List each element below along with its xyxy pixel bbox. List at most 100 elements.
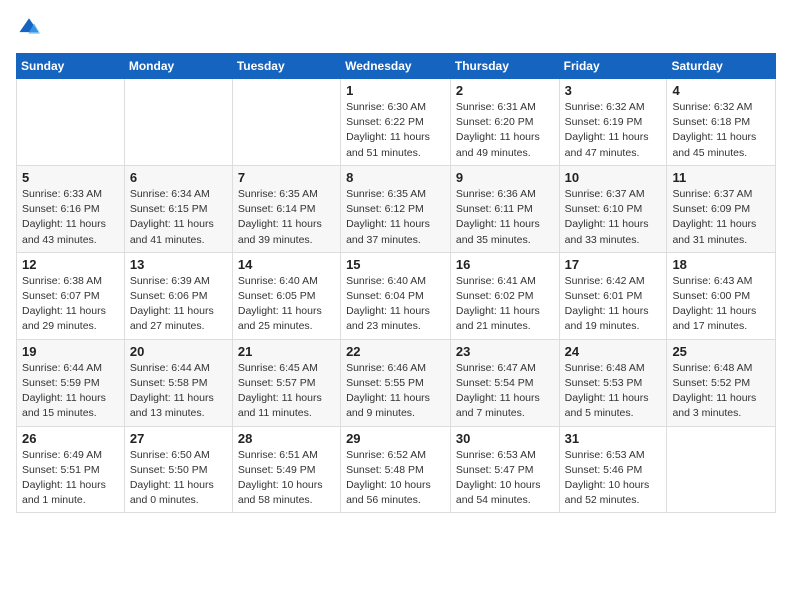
day-info: Sunrise: 6:30 AMSunset: 6:22 PMDaylight:…	[346, 100, 445, 161]
day-info-line: Sunrise: 6:47 AM	[456, 362, 536, 374]
day-info: Sunrise: 6:47 AMSunset: 5:54 PMDaylight:…	[456, 361, 554, 422]
calendar-day-29: 29Sunrise: 6:52 AMSunset: 5:48 PMDayligh…	[341, 426, 451, 513]
day-info: Sunrise: 6:53 AM Sunset: 5:46 PM Daylight:…	[565, 448, 662, 509]
day-info-line: Daylight: 11 hours	[565, 305, 649, 317]
day-info: Sunrise: 6:37 AMSunset: 6:10 PMDaylight:…	[565, 187, 662, 248]
day-info-line: and 25 minutes.	[238, 320, 313, 332]
day-info-line: Daylight: 10 hours	[238, 479, 323, 491]
day-info: Sunrise: 6:44 AMSunset: 5:59 PMDaylight:…	[22, 361, 119, 422]
day-number: 5	[22, 170, 119, 185]
day-info-line: Daylight: 11 hours	[238, 305, 322, 317]
day-info-line: Sunrise: 6:46 AM	[346, 362, 426, 374]
day-number: 30	[456, 431, 554, 446]
day-info-line: Sunset: 6:14 PM	[238, 203, 316, 215]
day-info-line: Daylight: 11 hours	[130, 218, 214, 230]
calendar-day-24: 24Sunrise: 6:48 AMSunset: 5:53 PMDayligh…	[559, 339, 667, 426]
day-info: Sunrise: 6:39 AMSunset: 6:06 PMDaylight:…	[130, 274, 227, 335]
day-info: Sunrise: 6:37 AMSunset: 6:09 PMDaylight:…	[672, 187, 770, 248]
day-info-line: and 52 minutes.	[565, 494, 640, 506]
calendar-day-28: 28Sunrise: 6:51 AMSunset: 5:49 PMDayligh…	[232, 426, 340, 513]
day-info-line: and 7 minutes.	[456, 407, 525, 419]
calendar-day-30: 30Sunrise: 6:53 AMSunset: 5:47 PMDayligh…	[450, 426, 559, 513]
calendar-day-5: 5Sunrise: 6:33 AMSunset: 6:16 PMDaylight…	[17, 165, 125, 252]
day-info-line: Sunset: 5:46 PM	[565, 464, 643, 476]
day-info-line: Sunrise: 6:40 AM	[346, 275, 426, 287]
day-info-line: Sunset: 6:01 PM	[565, 290, 643, 302]
day-number: 19	[22, 344, 119, 359]
day-info-line: Sunrise: 6:32 AM	[672, 101, 752, 113]
calendar-day-7: 7Sunrise: 6:35 AMSunset: 6:14 PMDaylight…	[232, 165, 340, 252]
day-number: 13	[130, 257, 227, 272]
calendar-table: SundayMondayTuesdayWednesdayThursdayFrid…	[16, 53, 776, 513]
day-info-line: Daylight: 11 hours	[456, 392, 540, 404]
day-info-line: Daylight: 11 hours	[346, 392, 430, 404]
day-info-line: Sunset: 5:59 PM	[22, 377, 100, 389]
header-day-monday: Monday	[124, 54, 232, 79]
day-info-line: and 45 minutes.	[672, 147, 747, 159]
day-number: 12	[22, 257, 119, 272]
day-info: Sunrise: 6:40 AMSunset: 6:05 PMDaylight:…	[238, 274, 335, 335]
calendar-day-12: 12Sunrise: 6:38 AMSunset: 6:07 PMDayligh…	[17, 252, 125, 339]
day-info: Sunrise: 6:49 AMSunset: 5:51 PMDaylight:…	[22, 448, 119, 509]
day-info-line: Daylight: 11 hours	[238, 392, 322, 404]
day-info-line: Sunset: 6:12 PM	[346, 203, 424, 215]
day-info-line: and 56 minutes.	[346, 494, 421, 506]
day-info-line: Sunrise: 6:35 AM	[238, 188, 318, 200]
calendar-day-22: 22Sunrise: 6:46 AMSunset: 5:55 PMDayligh…	[341, 339, 451, 426]
day-info-line: Sunrise: 6:53 AM	[565, 449, 645, 461]
day-number: 10	[565, 170, 662, 185]
day-info-line: Sunrise: 6:49 AM	[22, 449, 102, 461]
day-info-line: and 29 minutes.	[22, 320, 97, 332]
day-info-line: Daylight: 11 hours	[672, 392, 756, 404]
day-info-line: Daylight: 11 hours	[130, 392, 214, 404]
calendar-day-14: 14Sunrise: 6:40 AMSunset: 6:05 PMDayligh…	[232, 252, 340, 339]
day-info-line: Sunrise: 6:36 AM	[456, 188, 536, 200]
day-info-line: and 27 minutes.	[130, 320, 205, 332]
day-info-line: Daylight: 11 hours	[346, 131, 430, 143]
day-info-line: Sunset: 6:19 PM	[565, 116, 643, 128]
day-info-line: Sunset: 5:55 PM	[346, 377, 424, 389]
day-info: Sunrise: 6:34 AMSunset: 6:15 PMDaylight:…	[130, 187, 227, 248]
day-info-line: Sunset: 6:22 PM	[346, 116, 424, 128]
calendar-week-row: 26 Sunrise: 6:49 AMSunset: 5:51 PMDayligh…	[17, 426, 776, 513]
day-info: Sunrise: 6:43 AMSunset: 6:00 PMDaylight:…	[672, 274, 770, 335]
calendar-day-1: 1 Sunrise: 6:30 AMSunset: 6:22 PMDaylight…	[341, 79, 451, 166]
day-info-line: Daylight: 11 hours	[565, 131, 649, 143]
day-info: Sunrise: 6:32 AMSunset: 6:19 PMDaylight:…	[565, 100, 662, 161]
day-info-line: Daylight: 11 hours	[346, 218, 430, 230]
day-info-line: Sunset: 6:05 PM	[238, 290, 316, 302]
day-number: 24	[565, 344, 662, 359]
day-number: 8	[346, 170, 445, 185]
day-number: 26	[22, 431, 119, 446]
day-info-line: Sunset: 6:10 PM	[565, 203, 643, 215]
calendar-empty-cell	[232, 79, 340, 166]
day-info-line: Daylight: 11 hours	[672, 305, 756, 317]
day-info: Sunrise: 6:46 AM Sunset: 5:55 PM Daylight:…	[346, 361, 445, 422]
day-info-line: Sunset: 6:07 PM	[22, 290, 100, 302]
calendar-day-6: 6Sunrise: 6:34 AMSunset: 6:15 PMDaylight…	[124, 165, 232, 252]
calendar-day-25: 25Sunrise: 6:48 AMSunset: 5:52 PMDayligh…	[667, 339, 776, 426]
header	[16, 16, 776, 43]
day-number: 1	[346, 83, 445, 98]
day-info: Sunrise: 6:35 AMSunset: 6:14 PMDaylight:…	[238, 187, 335, 248]
day-info: Sunrise: 6:50 AMSunset: 5:50 PMDaylight:…	[130, 448, 227, 509]
logo	[16, 16, 44, 43]
day-info-line: Daylight: 10 hours	[565, 479, 650, 491]
day-info-line: Daylight: 11 hours	[456, 305, 540, 317]
calendar-empty-cell	[124, 79, 232, 166]
day-info-line: Daylight: 11 hours	[22, 479, 106, 491]
day-info: Sunrise: 6:42 AMSunset: 6:01 PMDaylight:…	[565, 274, 662, 335]
day-info-line: Sunrise: 6:50 AM	[130, 449, 210, 461]
day-number: 15	[346, 257, 445, 272]
day-info-line: Daylight: 11 hours	[565, 218, 649, 230]
day-info-line: Sunset: 5:49 PM	[238, 464, 316, 476]
day-info-line: Sunrise: 6:35 AM	[346, 188, 426, 200]
day-info-line: Sunrise: 6:44 AM	[22, 362, 102, 374]
calendar-day-15: 15Sunrise: 6:40 AMSunset: 6:04 PMDayligh…	[341, 252, 451, 339]
calendar-day-17: 17Sunrise: 6:42 AMSunset: 6:01 PMDayligh…	[559, 252, 667, 339]
day-number: 16	[456, 257, 554, 272]
day-number: 28	[238, 431, 335, 446]
day-info-line: and 3 minutes.	[672, 407, 741, 419]
calendar-empty-cell	[17, 79, 125, 166]
calendar-week-row: 5Sunrise: 6:33 AMSunset: 6:16 PMDaylight…	[17, 165, 776, 252]
